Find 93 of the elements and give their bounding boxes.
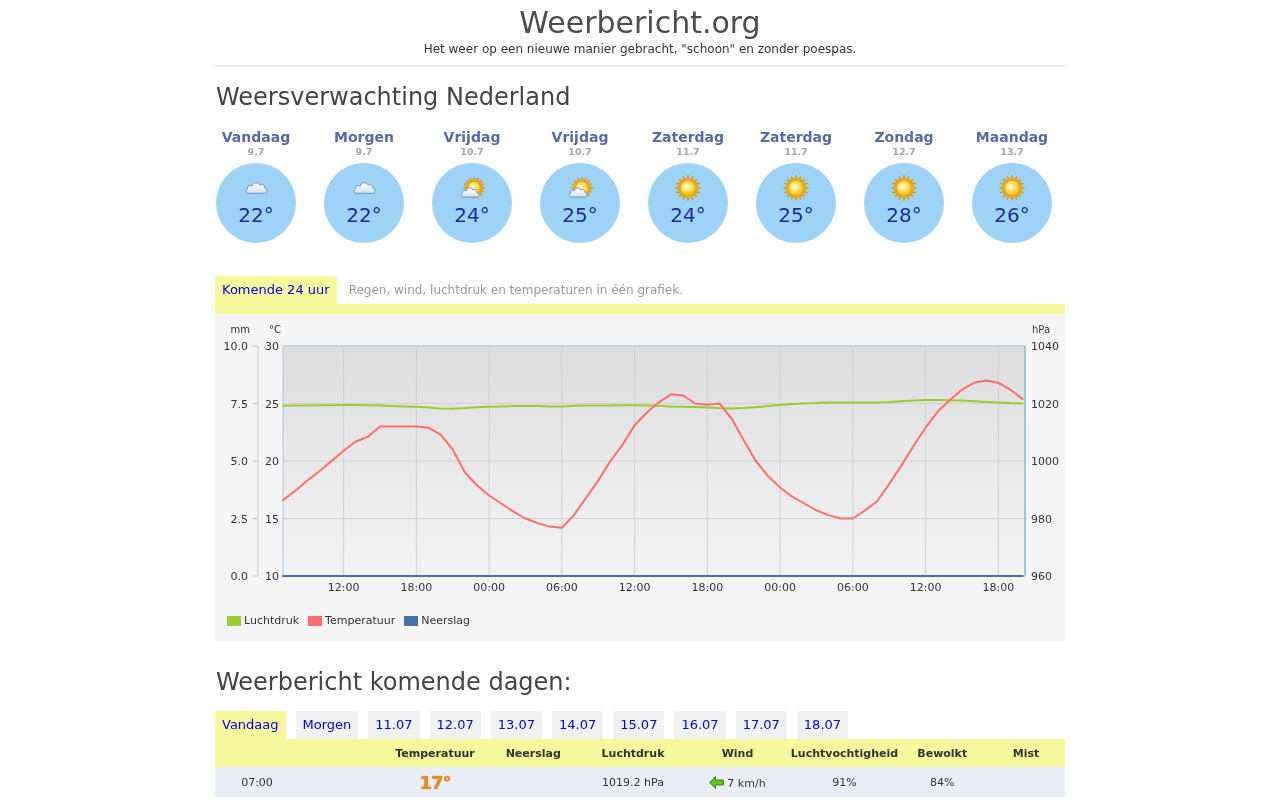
site-title: Weerbericht.org xyxy=(518,4,762,41)
axis-label: 18:00 xyxy=(982,581,1015,594)
day-date: 10.7 xyxy=(460,146,484,157)
column-header: Temperatuur xyxy=(395,746,475,760)
day-date: 10.7 xyxy=(568,146,592,157)
day-name: Zaterdag xyxy=(651,129,725,146)
axis-label: 06:00 xyxy=(546,581,578,594)
axis-label: 30 xyxy=(265,340,279,353)
day-tab[interactable]: 16.07 xyxy=(674,711,726,739)
axis-label: 06:00 xyxy=(837,581,869,594)
sun-icon xyxy=(999,175,1025,201)
column-header: Bewolkt xyxy=(917,746,968,760)
temperature-value: 25° xyxy=(562,203,598,227)
section-heading: Weersverwachting Nederland xyxy=(216,82,572,112)
temperature-cell: 17° xyxy=(419,771,451,793)
axis-label: 18:00 xyxy=(691,581,724,594)
temperature-value: 28° xyxy=(886,203,922,227)
column-header: Luchtvochtigheid xyxy=(790,746,899,760)
cloud-icon xyxy=(351,179,377,194)
axis-label: 5.0 xyxy=(230,455,248,468)
day-date: 9.7 xyxy=(355,146,373,157)
temperature-value: 22° xyxy=(346,203,382,227)
sun-icon xyxy=(675,175,701,201)
cloud-icon xyxy=(243,179,269,194)
axis-label: 12:00 xyxy=(909,581,942,594)
legend-label: Temperatuur xyxy=(325,613,396,629)
cloud-cover-cell: 84% xyxy=(930,775,955,789)
day-tab[interactable]: 18.07 xyxy=(796,711,849,739)
axis-label: 1020 xyxy=(1031,397,1059,411)
temperature-value: 24° xyxy=(454,203,490,227)
humidity-cell: 91% xyxy=(832,775,857,789)
axis-label: 1040 xyxy=(1031,340,1059,353)
day-tab[interactable]: 15.07 xyxy=(613,711,665,739)
day-name: Zaterdag xyxy=(759,129,833,146)
column-header: Neerslag xyxy=(505,746,561,760)
axis-label: 25 xyxy=(265,397,279,411)
column-header: Luchtdruk xyxy=(601,746,665,760)
axis-label: 15 xyxy=(265,512,279,526)
day-date: 9.7 xyxy=(247,146,265,157)
column-header: Mist xyxy=(1012,746,1040,760)
temperature-value: 25° xyxy=(778,203,814,227)
day-tab[interactable]: 17.07 xyxy=(735,711,787,739)
axis-label: 0.0 xyxy=(230,570,248,583)
site-tagline: Het weer op een nieuwe manier gebracht, "schoon" en zonder poespas. xyxy=(422,41,858,57)
day-date: 13.7 xyxy=(1000,146,1024,157)
axis-label: 2.5 xyxy=(230,512,248,526)
axis-label: 00:00 xyxy=(473,581,505,594)
axis-label: 1000 xyxy=(1031,455,1059,468)
axis-label: 960 xyxy=(1031,570,1052,583)
axis-label: 980 xyxy=(1031,512,1052,526)
sun-cloud-icon xyxy=(459,176,485,200)
chart-description: Regen, wind, luchtdruk en temperaturen in één grafiek. xyxy=(348,282,683,299)
axis-label: 18:00 xyxy=(400,581,433,594)
time-cell: 07:00 xyxy=(241,775,273,789)
axis-label: 00:00 xyxy=(764,581,796,594)
chart-tab[interactable]: Komende 24 uur xyxy=(215,276,337,304)
axis-label: 7.5 xyxy=(230,397,248,411)
day-name: Morgen xyxy=(334,129,394,146)
sun-icon xyxy=(891,175,917,201)
axis-label: 12:00 xyxy=(327,581,360,594)
day-name: Zondag xyxy=(874,129,934,146)
legend-label: Neerslag xyxy=(421,613,470,629)
day-tab[interactable]: 12.07 xyxy=(429,711,481,739)
axis-title: hPa xyxy=(1032,324,1051,335)
legend-label: Luchtdruk xyxy=(244,613,300,629)
section-heading: Weerbericht komende dagen: xyxy=(216,667,573,697)
arrow-left-icon xyxy=(709,775,725,789)
day-tab[interactable]: Morgen xyxy=(295,711,359,739)
day-tab[interactable]: 13.07 xyxy=(490,711,542,739)
day-name: Vrijdag xyxy=(551,129,609,146)
temperature-value: 24° xyxy=(670,203,706,227)
column-header: Wind xyxy=(721,746,754,760)
day-name: Vrijdag xyxy=(443,129,501,146)
temperature-value: 22° xyxy=(238,203,274,227)
sun-cloud-icon xyxy=(567,176,593,200)
sun-icon xyxy=(783,175,809,201)
axis-title: mm xyxy=(230,324,250,335)
axis-label: 10.0 xyxy=(223,340,248,353)
day-name: Maandag xyxy=(975,129,1049,146)
day-date: 11.7 xyxy=(676,146,700,157)
axis-title: °C xyxy=(269,324,281,335)
day-date: 12.7 xyxy=(892,146,916,157)
pressure-cell: 1019.2 hPa xyxy=(602,775,664,789)
day-tab[interactable]: Vandaag xyxy=(215,711,286,739)
day-date: 11.7 xyxy=(784,146,808,157)
wind-speed: 7 km/h xyxy=(727,777,766,790)
axis-label: 20 xyxy=(265,455,279,468)
temperature-value: 26° xyxy=(994,203,1030,227)
day-tab[interactable]: 11.07 xyxy=(368,711,420,739)
axis-label: 12:00 xyxy=(618,581,651,594)
day-name: Vandaag xyxy=(221,129,291,146)
axis-label: 10 xyxy=(265,570,279,583)
day-tab[interactable]: 14.07 xyxy=(551,711,604,739)
